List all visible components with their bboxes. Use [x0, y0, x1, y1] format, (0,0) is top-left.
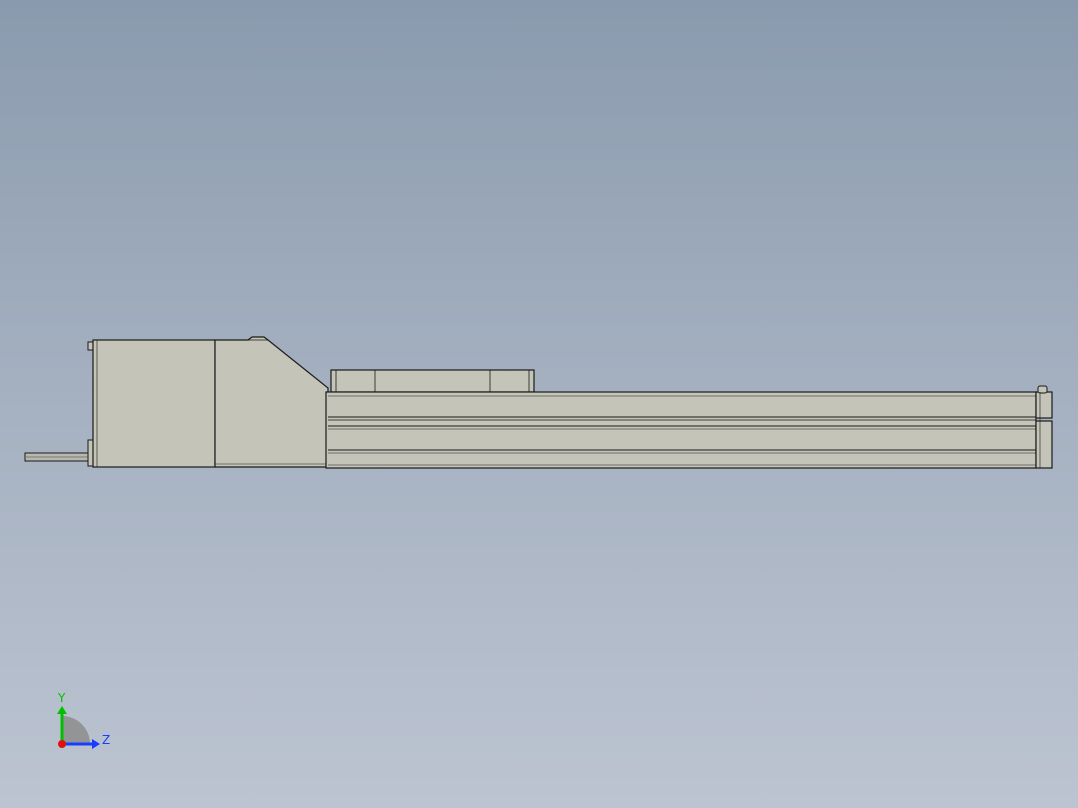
y-axis-label: Y	[57, 691, 66, 705]
motor-shaft[interactable]	[24, 452, 94, 462]
linear-actuator-model[interactable]: Y Z	[0, 0, 1078, 808]
cad-viewport[interactable]: Y Z	[0, 0, 1078, 808]
actuator-rail[interactable]	[325, 391, 1037, 469]
motor-adapter-housing[interactable]	[214, 336, 329, 468]
orientation-triad: Y Z	[57, 691, 110, 749]
triad-plane-icon	[62, 716, 90, 744]
x-axis-dot	[58, 740, 66, 748]
rail-end-cap[interactable]	[1035, 385, 1053, 469]
carriage-block[interactable]	[330, 369, 535, 393]
motor-body[interactable]	[87, 339, 216, 468]
z-axis-label: Z	[102, 733, 110, 747]
